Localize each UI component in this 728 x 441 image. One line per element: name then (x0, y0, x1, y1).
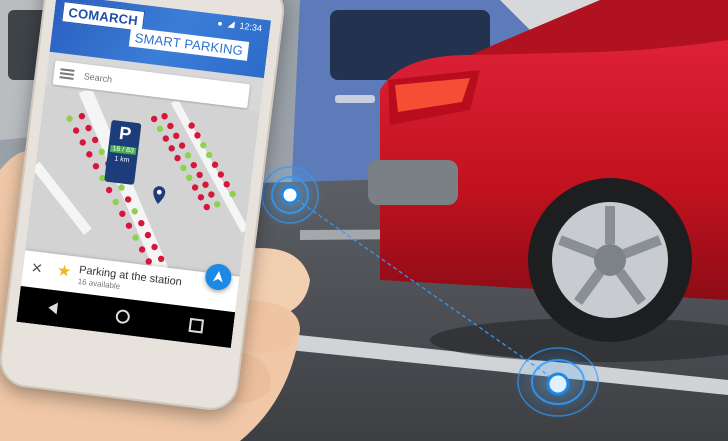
parking-letter: P (117, 122, 133, 145)
status-bar: ● ◢ 12:34 (217, 17, 263, 33)
menu-icon[interactable] (59, 68, 75, 80)
signal-icon: ◢ (227, 18, 236, 30)
recents-icon[interactable] (188, 317, 205, 334)
navigation-arrow-icon (212, 271, 223, 283)
home-icon[interactable] (115, 308, 132, 325)
brand-subtitle: SMART PARKING (128, 27, 250, 61)
parking-distance: 1 km (113, 155, 130, 165)
parking-availability: 16 / 83 (109, 144, 137, 155)
location-icon: ● (216, 17, 224, 29)
car-sensor-beacon (256, 161, 324, 229)
close-icon[interactable]: ✕ (30, 259, 44, 277)
status-time: 12:34 (239, 20, 263, 33)
back-icon[interactable] (47, 301, 58, 315)
app-screen: ● ◢ 12:34 COMARCH SMART PARKING Search P… (16, 0, 272, 349)
ground-sensor-beacon (512, 344, 604, 420)
star-icon[interactable]: ★ (56, 260, 73, 282)
